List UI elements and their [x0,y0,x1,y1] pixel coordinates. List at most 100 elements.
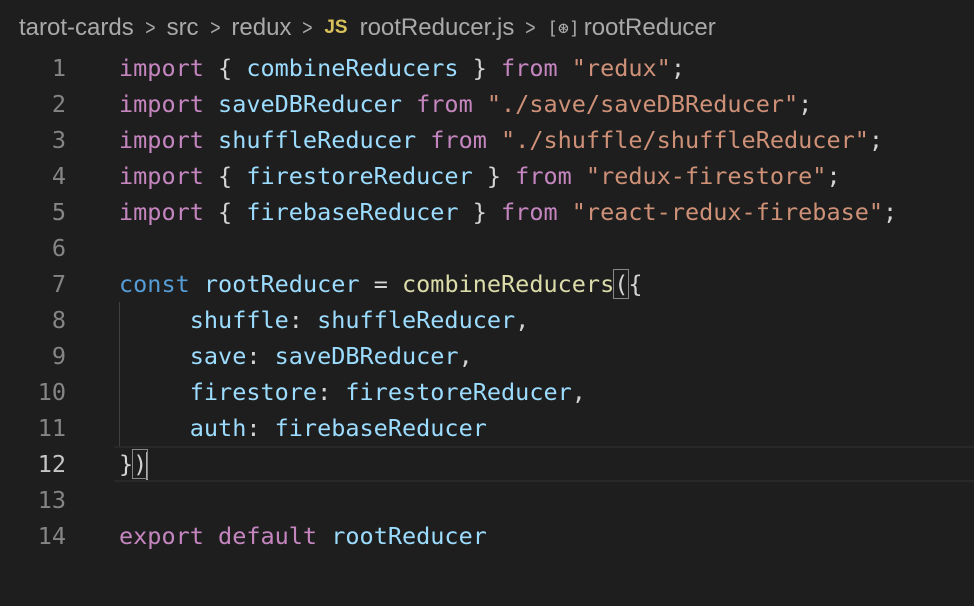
code-token: from [515,162,572,190]
line-text: export default rootReducer [119,518,487,554]
line-text: firestore: firestoreReducer, [119,374,586,410]
line-number: 5 [51,198,66,226]
code-token: } [472,162,516,190]
code-token: default [218,522,318,550]
code-token: rootReducer [331,522,487,550]
line-number: 13 [37,486,66,514]
code-line[interactable]: 7 const rootReducer = combineReducers({ [0,266,974,302]
code-token: shuffle [189,306,289,334]
code-line[interactable]: 2 import saveDBReducer from "./save/saveD… [0,86,974,122]
code-token: { [628,270,643,298]
code-line[interactable]: 11 auth: firebaseReducer [0,410,974,446]
line-text: import { combineReducers } from "redux"; [119,50,685,86]
code-token: "./shuffle/shuffleReducer" [501,126,869,154]
code-token: , [458,342,473,370]
line-number: 10 [37,378,66,406]
line-number: 7 [51,270,66,298]
code-token: ; [798,90,813,118]
line-text: }) [119,446,149,482]
code-token: saveDBReducer [274,342,459,370]
code-token: shuffleReducer [317,306,516,334]
code-token: "redux-firestore" [585,162,827,190]
javascript-file-icon: JS [324,17,348,38]
line-text: import { firebaseReducer } from "react-r… [119,194,897,230]
code-line[interactable]: 1 import { combineReducers } from "redux"… [0,50,974,86]
code-token: { [203,198,247,226]
code-token: : [246,414,275,442]
code-token: rootReducer [203,270,360,298]
code-line[interactable]: 6 [0,230,974,266]
breadcrumb-symbol[interactable]: rootReducer [584,14,716,42]
code-token: saveDBReducer [218,90,402,118]
code-token: import [119,198,204,226]
code-token: } [119,450,134,478]
code-token: combineReducers [402,270,615,298]
code-line[interactable]: 12}) [0,446,974,482]
code-token: ; [883,198,898,226]
breadcrumb-project[interactable]: tarot-cards [19,14,134,42]
code-token: shuffleReducer [218,126,417,154]
line-number: 11 [37,414,66,442]
chevron-right-icon: > [209,15,221,40]
line-text: const rootReducer = combineReducers({ [119,266,643,302]
code-token: , [571,378,586,406]
code-token: , [515,306,530,334]
code-line[interactable]: 10 firestore: firestoreReducer, [0,374,974,410]
line-text: import saveDBReducer from "./save/saveDB… [119,86,812,122]
code-token: ; [868,126,884,154]
code-token: from [416,90,473,118]
code-token: auth [189,414,247,442]
line-number: 2 [51,90,66,118]
text-cursor [146,451,149,480]
code-token: } [458,198,502,226]
code-token: "redux" [571,54,671,82]
breadcrumb-file[interactable]: rootReducer.js [360,14,515,42]
line-number: 1 [51,54,66,82]
breadcrumb: tarot-cards > src > redux > JS rootReduc… [0,0,974,56]
code-token: "./save/saveDBReducer" [486,90,799,118]
code-token: combineReducers [246,54,459,82]
code-editor[interactable]: tarot-cards > src > redux > JS rootReduc… [0,0,974,606]
breadcrumb-folder-redux[interactable]: redux [231,14,291,42]
code-token: import [119,90,204,118]
line-number: 3 [51,126,66,154]
code-token: firestoreReducer [345,378,572,406]
code-line[interactable]: 8 shuffle: shuffleReducer, [0,302,974,338]
code-line[interactable]: 13 [0,482,974,518]
code-token: const [119,270,190,298]
code-token: : [246,342,275,370]
line-number: 9 [51,342,66,370]
code-token: from [501,198,558,226]
code-line[interactable]: 14 export default rootReducer [0,518,974,554]
code-token: firestore [189,378,318,406]
code-token: ; [670,54,685,82]
breadcrumb-folder-src[interactable]: src [167,14,199,42]
code-token: } [458,54,502,82]
code-token: save [189,342,247,370]
code-line[interactable]: 9 save: saveDBReducer, [0,338,974,374]
code-token: ) [132,449,149,479]
code-token: { [203,54,247,82]
code-token: from [430,126,487,154]
code-line[interactable]: 4 import { firestoreReducer } from "redux… [0,158,974,194]
line-number: 12 [37,450,66,478]
line-number: 8 [51,306,66,334]
line-text: auth: firebaseReducer [119,410,487,446]
code-area[interactable]: 1 import { combineReducers } from "redux"… [0,50,974,554]
code-token: ; [826,162,841,190]
code-line[interactable]: 5 import { firebaseReducer } from "react-… [0,194,974,230]
chevron-right-icon: > [144,15,156,40]
code-token: : [288,306,318,334]
code-token: = [359,270,402,298]
code-line[interactable]: 3 import shuffleReducer from "./shuffle/s… [0,122,974,158]
